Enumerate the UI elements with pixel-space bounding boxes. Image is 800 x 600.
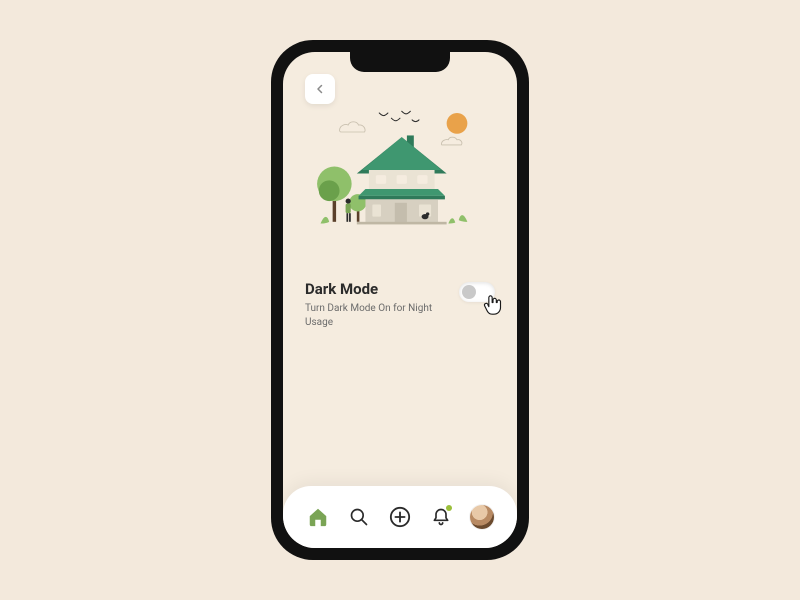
house-illustration xyxy=(305,90,495,250)
tab-search[interactable] xyxy=(346,504,372,530)
house-icon xyxy=(357,135,447,224)
sun-icon xyxy=(447,113,468,134)
notch xyxy=(350,52,450,72)
chevron-left-icon xyxy=(314,83,326,95)
setting-subtitle: Turn Dark Mode On for Night Usage xyxy=(305,302,455,329)
setting-title: Dark Mode xyxy=(305,280,455,298)
birds-icon xyxy=(379,111,419,121)
tab-notifications[interactable] xyxy=(428,504,454,530)
setting-text: Dark Mode Turn Dark Mode On for Night Us… xyxy=(305,280,455,329)
notification-dot-icon xyxy=(446,505,452,511)
tab-add[interactable] xyxy=(387,504,413,530)
dark-mode-toggle[interactable] xyxy=(459,282,495,302)
avatar xyxy=(470,505,494,529)
dark-mode-setting: Dark Mode Turn Dark Mode On for Night Us… xyxy=(305,280,495,329)
tree-icon xyxy=(317,167,352,222)
person-icon xyxy=(346,199,351,222)
tab-profile[interactable] xyxy=(469,504,495,530)
tab-bar xyxy=(283,486,517,548)
plus-circle-icon xyxy=(389,506,411,528)
screen-content: Dark Mode Turn Dark Mode On for Night Us… xyxy=(283,52,517,486)
back-button[interactable] xyxy=(305,74,335,104)
search-icon xyxy=(349,507,369,527)
phone-screen: Dark Mode Turn Dark Mode On for Night Us… xyxy=(283,52,517,548)
tab-home[interactable] xyxy=(305,504,331,530)
phone-frame: Dark Mode Turn Dark Mode On for Night Us… xyxy=(271,40,529,560)
toggle-knob xyxy=(462,285,476,299)
home-icon xyxy=(307,506,329,528)
